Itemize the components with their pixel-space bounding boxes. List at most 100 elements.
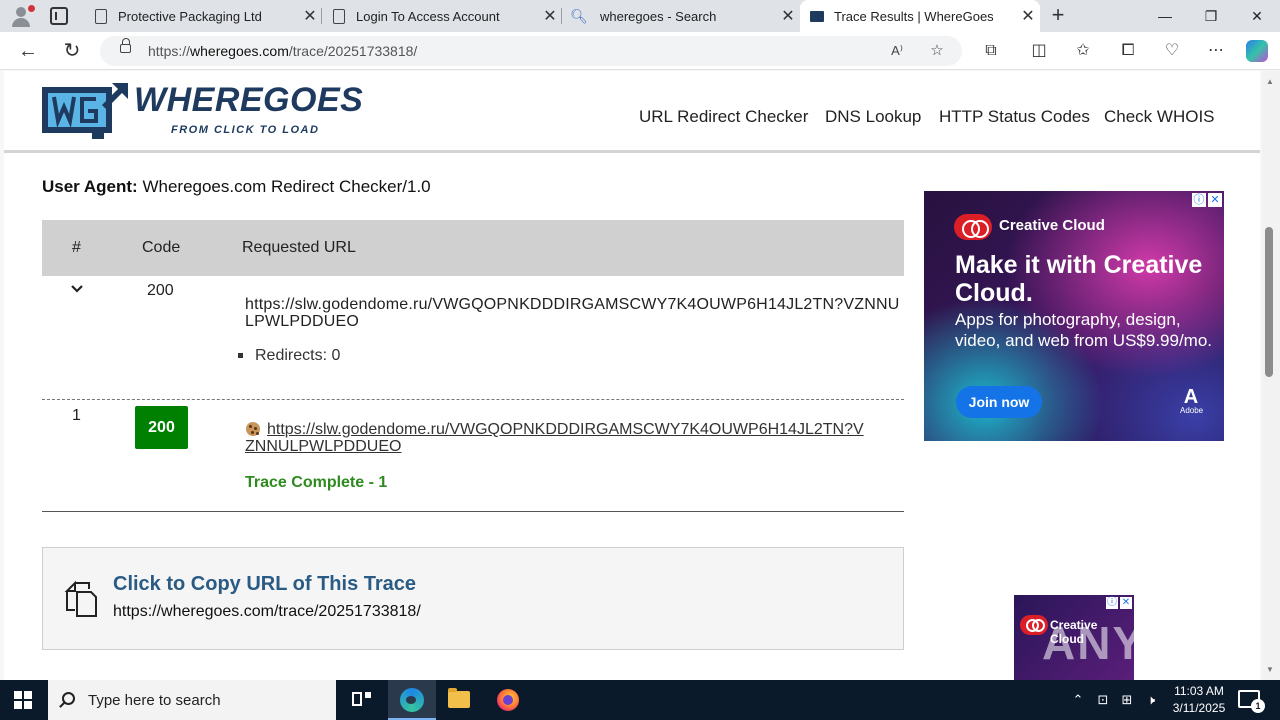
ad-close-icon[interactable]: ✕ [1208,193,1222,207]
trace-table-header: # Code Requested URL [42,220,904,276]
copy-trace-url[interactable]: https://wheregoes.com/trace/20251733818/ [113,603,421,621]
taskbar-clock[interactable]: 11:03 AM 3/11/2025 [1160,683,1238,717]
refresh-icon[interactable]: ↻ [58,38,86,64]
taskbar-search-box[interactable]: Type here to search [48,680,336,720]
scroll-up-arrow-icon[interactable]: ▲ [1266,77,1274,86]
address-bar[interactable]: https://wheregoes.com/trace/20251733818/… [100,36,962,66]
tab-login[interactable]: Login To Access Account ✕ [322,0,562,32]
copilot-icon[interactable] [1246,40,1268,62]
status-badge[interactable]: 200 [135,406,188,449]
restore-icon[interactable]: ❐ [1188,0,1234,32]
page-icon [332,8,346,24]
logo-wordmark[interactable]: WHEREGOES [134,81,363,120]
tab-title: wheregoes - Search [600,8,717,24]
scrollbar-thumb[interactable] [1265,227,1273,377]
copy-icon[interactable] [61,580,99,618]
close-window-icon[interactable]: ✕ [1234,0,1280,32]
chevron-down-icon[interactable] [70,282,84,296]
ad-join-now-button[interactable]: Join now [956,386,1042,418]
profile-avatar-icon[interactable] [8,4,36,28]
nav-url-redirect-checker[interactable]: URL Redirect Checker [639,107,808,127]
site-header: WHEREGOES FROM CLICK TO LOAD URL Redirec… [4,71,1260,153]
firefox-icon[interactable] [484,680,532,720]
browser-tab-bar: Protective Packaging Ltd ✕ Login To Acce… [0,0,1280,32]
windows-taskbar: Type here to search ⌃ ⊡ ⊞ 🕨︎ 11:03 AM 3/… [0,680,1280,720]
file-explorer-icon[interactable] [436,680,484,720]
summary-requested-url: https://slw.godendome.ru/VWGQOPNKDDDIRGA… [245,296,900,330]
nav-check-whois[interactable]: Check WHOIS [1104,107,1215,127]
clock-date: 3/11/2025 [1172,701,1226,715]
split-screen-icon[interactable]: ◫ [1027,40,1051,62]
adobe-logo-icon: A Adobe [1180,386,1204,415]
new-tab-icon[interactable]: + [1046,4,1070,28]
ad-headline: Make it with Creative Cloud. [955,251,1203,307]
tab-title: Protective Packaging Ltd [118,8,262,24]
browser-essentials-icon[interactable]: ♡ [1160,40,1184,62]
tab-title: Login To Access Account [356,8,500,24]
notification-count: 1 [1251,699,1265,713]
volume-icon[interactable]: 🕨︎ [1140,680,1162,720]
minimize-icon[interactable]: — [1142,0,1188,32]
col-header-code: Code [142,239,181,256]
ad-info-icon[interactable]: ⓘ [1192,193,1206,207]
tab-actions-icon[interactable] [50,7,68,25]
task-view-icon[interactable] [338,680,386,720]
windows-start-icon[interactable] [14,691,32,709]
anyrun-watermark: ANY.RUN [1042,617,1261,669]
table-bottom-rule [42,511,904,512]
notification-center-icon[interactable]: 1 [1238,690,1265,713]
tray-chevron-up-icon[interactable]: ⌃ [1068,680,1088,720]
tab-close-icon[interactable]: ✕ [538,6,562,26]
tab-title: Trace Results | WhereGoes [834,8,994,24]
lock-icon[interactable] [120,38,131,53]
address-url[interactable]: https://wheregoes.com/trace/20251733818/ [148,43,417,59]
nav-dns-lookup[interactable]: DNS Lookup [825,107,921,127]
copy-trace-url-box[interactable]: Click to Copy URL of This Trace https://… [42,547,904,650]
extensions-icon[interactable]: ⧉ [979,40,1003,62]
ad-controls: ⓘ ✕ [1192,193,1222,207]
collections-icon[interactable]: ⧠ [1116,40,1140,62]
address-toolbar: ← ↻ https://wheregoes.com/trace/20251733… [0,32,1280,70]
favorite-star-icon[interactable]: ☆ [926,40,948,62]
logo-tagline: FROM CLICK TO LOAD [171,124,320,136]
ad-info-icon[interactable]: ⓘ [1106,597,1118,609]
search-icon: 🔍︎ [570,7,588,24]
advertisement-banner[interactable]: ⓘ ✕ Creative Cloud Make it with Creative… [924,191,1224,441]
summary-status-code: 200 [147,282,174,299]
read-aloud-icon[interactable]: A⁾ [886,40,908,62]
page-scrollbar[interactable]: ▲ ▼ [1262,71,1280,680]
page-icon [94,8,108,24]
back-arrow-icon[interactable]: ← [14,38,42,64]
favorites-icon[interactable]: ✩ [1071,40,1095,62]
tab-close-icon[interactable]: ✕ [776,6,800,26]
copy-trace-title[interactable]: Click to Copy URL of This Trace [113,573,416,596]
page-content: WHEREGOES FROM CLICK TO LOAD URL Redirec… [4,71,1260,680]
hop-url-link[interactable]: https://slw.godendome.ru/VWGQOPNKDDDIRGA… [245,421,865,455]
row-divider [42,399,904,400]
clock-time: 11:03 AM [1174,684,1224,698]
tab-search[interactable]: 🔍︎ wheregoes - Search ✕ [562,0,800,32]
ad-close-icon[interactable]: ✕ [1120,597,1132,609]
col-header-url: Requested URL [242,239,356,256]
ad-controls: ⓘ ✕ [1106,597,1132,609]
tab-trace-results[interactable]: Trace Results | WhereGoes ✕ [800,0,1040,32]
nav-http-status-codes[interactable]: HTTP Status Codes [939,107,1090,127]
summary-redirect-count: Redirects: 0 [238,347,340,365]
taskbar-search-placeholder: Type here to search [88,692,221,709]
user-agent-line: User Agent: Wheregoes.com Redirect Check… [42,177,431,197]
tab-close-icon[interactable]: ✕ [1016,6,1040,26]
more-menu-icon[interactable]: ⋯ [1204,40,1228,62]
tray-device-icon[interactable]: ⊡ [1092,680,1114,720]
trace-complete-text: Trace Complete - 1 [245,474,388,491]
tab-protective-packaging[interactable]: Protective Packaging Ltd ✕ [84,0,322,32]
edge-browser-icon[interactable] [388,680,436,720]
col-header-num: # [72,239,81,256]
user-agent-label: User Agent: [42,177,138,196]
network-icon[interactable]: ⊞ [1116,680,1138,720]
ad-brand: Creative Cloud [999,217,1105,234]
user-agent-value: Wheregoes.com Redirect Checker/1.0 [142,177,431,196]
scroll-down-arrow-icon[interactable]: ▼ [1266,665,1274,674]
wheregoes-logo-icon[interactable] [42,83,128,139]
page-viewport: WHEREGOES FROM CLICK TO LOAD URL Redirec… [0,71,1262,680]
tab-close-icon[interactable]: ✕ [298,6,322,26]
